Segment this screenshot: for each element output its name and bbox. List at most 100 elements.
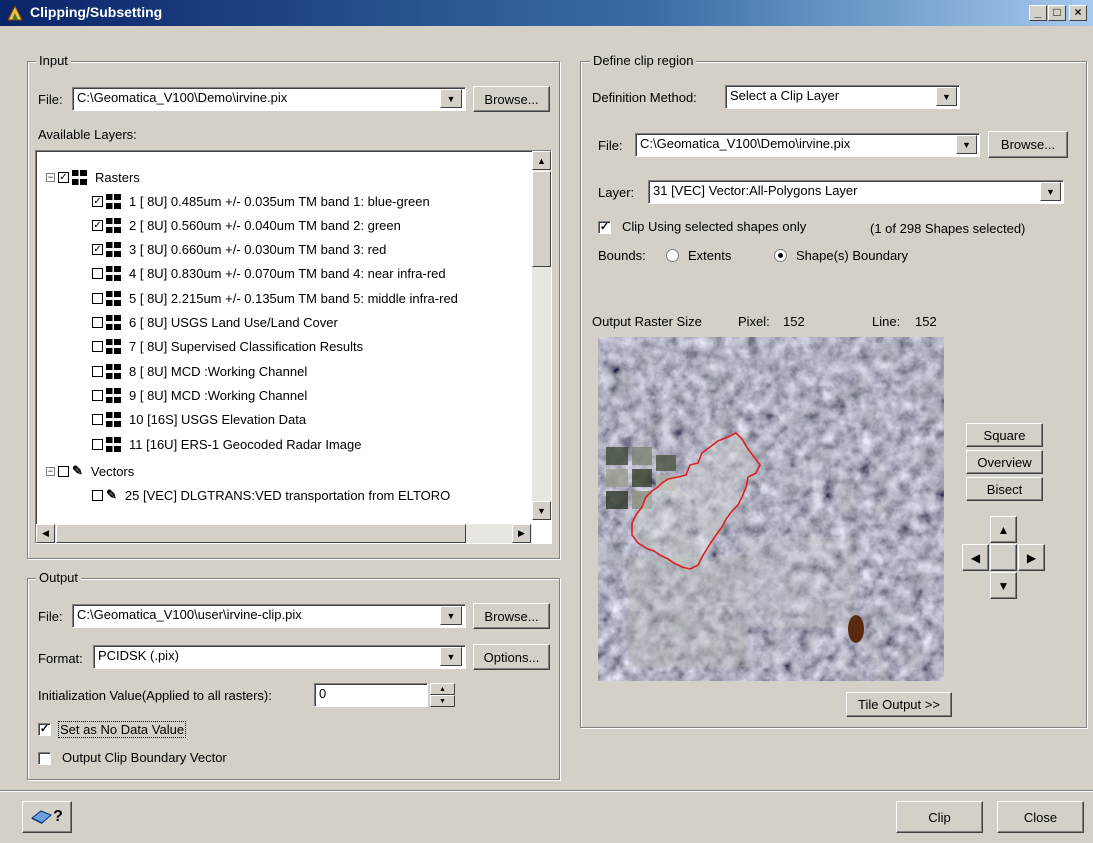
question-mark-icon: ? (53, 808, 63, 825)
bounds-extents-label[interactable]: Extents (688, 248, 731, 263)
layer-checkbox[interactable] (92, 268, 103, 280)
bounds-shape-radio[interactable] (774, 249, 787, 262)
layer-row[interactable]: 4 [ 8U] 0.830um +/- 0.070um TM band 4: n… (92, 262, 446, 286)
definition-method-select[interactable]: Select a Clip Layer (725, 85, 960, 109)
output-clip-boundary-label[interactable]: Output Clip Boundary Vector (62, 750, 227, 765)
chevron-down-icon: ▼ (1046, 186, 1055, 197)
pan-right-button[interactable]: ▶ (1018, 544, 1045, 571)
layer-label: 2 [ 8U] 0.560um +/- 0.040um TM band 2: g… (129, 217, 401, 233)
layer-checkbox[interactable] (92, 317, 103, 328)
bisect-button[interactable]: Bisect (966, 477, 1043, 501)
close-button[interactable]: Close (997, 801, 1084, 833)
title-bar[interactable] (0, 0, 1093, 26)
vertical-scroll-thumb[interactable] (532, 171, 551, 267)
input-browse-button[interactable]: Browse... (473, 86, 550, 112)
layer-row[interactable]: 7 [ 8U] Supervised Classification Result… (92, 335, 363, 359)
maximize-button[interactable]: □ (1048, 5, 1066, 21)
pan-down-button[interactable]: ▼ (990, 572, 1017, 599)
output-file-dropdown-button[interactable]: ▼ (440, 606, 462, 625)
scroll-up-button[interactable]: ▲ (532, 151, 551, 170)
set-nodata-label[interactable]: Set as No Data Value (58, 721, 187, 738)
layer-checkbox[interactable] (92, 438, 103, 450)
collapse-icon[interactable]: − (46, 172, 55, 182)
scroll-left-button[interactable]: ◀ (36, 524, 55, 543)
clip-file-field[interactable]: C:\Geomatica_V100\Demo\irvine.pix (635, 133, 980, 157)
init-value-spinner[interactable]: ▲ ▼ (430, 683, 455, 707)
clip-selected-checkbox[interactable]: ✓ (598, 221, 611, 234)
init-value-label: Initialization Value(Applied to all rast… (38, 688, 272, 703)
window-title: Clipping/Subsetting (30, 4, 163, 20)
init-value-input[interactable]: 0 (314, 683, 428, 707)
layer-select[interactable]: 31 [VEC] Vector:All-Polygons Layer (648, 180, 1064, 204)
raster-icon (106, 193, 121, 209)
layer-row[interactable]: 10 [16S] USGS Elevation Data (92, 408, 306, 432)
tile-output-button[interactable]: Tile Output >> (846, 692, 952, 717)
layer-checkbox[interactable] (92, 414, 103, 426)
clip-file-dropdown-button[interactable]: ▼ (956, 135, 977, 154)
layer-checkbox[interactable]: ✓ (92, 195, 103, 207)
scroll-down-button[interactable]: ▼ (532, 501, 551, 520)
layer-label: 9 [ 8U] MCD :Working Channel (129, 387, 308, 403)
layers-tree[interactable]: − ✓ Rasters ✓ 1 [ 8U] 0.485um +/- 0.035um… (35, 150, 552, 544)
clip-selected-label[interactable]: Clip Using selected shapes only (622, 219, 806, 234)
layer-checkbox[interactable] (92, 389, 103, 401)
layer-label: 11 [16U] ERS-1 Geocoded Radar Image (129, 436, 362, 452)
format-select[interactable]: PCIDSK (.pix) (93, 645, 466, 669)
layer-label: 8 [ 8U] MCD :Working Channel (129, 363, 308, 379)
definition-method-dropdown-button[interactable]: ▼ (936, 87, 957, 106)
clip-preview-image[interactable] (598, 337, 944, 681)
layer-checkbox[interactable] (92, 365, 103, 377)
bounds-extents-radio[interactable] (666, 249, 679, 262)
input-file-field[interactable]: C:\Geomatica_V100\Demo\irvine.pix (72, 87, 466, 111)
close-window-button[interactable]: × (1069, 5, 1087, 21)
output-browse-button[interactable]: Browse... (473, 603, 550, 629)
layer-label: Layer: (598, 185, 635, 200)
options-button[interactable]: Options... (473, 644, 550, 670)
raster-icon (72, 169, 87, 185)
pan-center-button[interactable] (990, 544, 1017, 571)
vectors-checkbox[interactable] (58, 465, 69, 477)
format-dropdown-button[interactable]: ▼ (440, 647, 462, 666)
tree-node-vectors[interactable]: − ✎ Vectors (46, 459, 134, 483)
help-button[interactable]: ? (22, 801, 72, 833)
pan-left-button[interactable]: ◀ (962, 544, 989, 571)
layer-checkbox[interactable] (92, 489, 103, 501)
overview-button[interactable]: Overview (966, 450, 1043, 474)
layer-row[interactable]: 5 [ 8U] 2.215um +/- 0.135um TM band 5: m… (92, 286, 458, 310)
raster-icon (106, 290, 121, 306)
output-clip-boundary-checkbox[interactable] (38, 752, 51, 765)
spin-down-button[interactable]: ▼ (430, 695, 455, 707)
layer-row[interactable]: ✎ 25 [VEC] DLGTRANS:VED transportation fr… (92, 483, 450, 507)
horizontal-scroll-thumb[interactable] (56, 524, 466, 543)
square-button[interactable]: Square (966, 423, 1043, 447)
spin-up-button[interactable]: ▲ (430, 683, 455, 695)
collapse-icon[interactable]: − (46, 466, 55, 476)
format-label: Format: (38, 651, 83, 666)
set-nodata-checkbox[interactable]: ✓ (38, 723, 51, 736)
pan-up-button[interactable]: ▲ (990, 516, 1017, 543)
scroll-right-button[interactable]: ▶ (512, 524, 531, 543)
layer-row[interactable]: ✓ 1 [ 8U] 0.485um +/- 0.035um TM band 1: … (92, 189, 430, 213)
raster-icon (106, 339, 121, 355)
layer-row[interactable]: 9 [ 8U] MCD :Working Channel (92, 383, 307, 407)
layer-row[interactable]: 6 [ 8U] USGS Land Use/Land Cover (92, 311, 338, 335)
layer-row[interactable]: 8 [ 8U] MCD :Working Channel (92, 359, 307, 383)
layer-checkbox[interactable] (92, 292, 103, 304)
layer-row[interactable]: ✓ 2 [ 8U] 0.560um +/- 0.040um TM band 2: … (92, 213, 401, 237)
clip-browse-button[interactable]: Browse... (988, 131, 1068, 158)
tree-node-rasters[interactable]: − ✓ Rasters (46, 165, 140, 189)
raster-icon (106, 242, 121, 258)
minimize-button[interactable]: _ (1029, 5, 1047, 21)
input-file-dropdown-button[interactable]: ▼ (440, 89, 462, 108)
output-file-field[interactable]: C:\Geomatica_V100\user\irvine-clip.pix (72, 604, 466, 628)
layer-row[interactable]: ✓ 3 [ 8U] 0.660um +/- 0.030um TM band 3: … (92, 238, 386, 262)
layer-checkbox[interactable]: ✓ (92, 244, 103, 256)
layer-dropdown-button[interactable]: ▼ (1040, 182, 1061, 201)
chevron-down-icon: ▼ (446, 610, 456, 621)
layer-row[interactable]: 11 [16U] ERS-1 Geocoded Radar Image (92, 432, 361, 456)
bounds-shape-label[interactable]: Shape(s) Boundary (796, 248, 908, 263)
clip-button[interactable]: Clip (896, 801, 983, 833)
layer-checkbox[interactable]: ✓ (92, 219, 103, 231)
rasters-checkbox[interactable]: ✓ (58, 171, 69, 183)
layer-checkbox[interactable] (92, 341, 103, 353)
